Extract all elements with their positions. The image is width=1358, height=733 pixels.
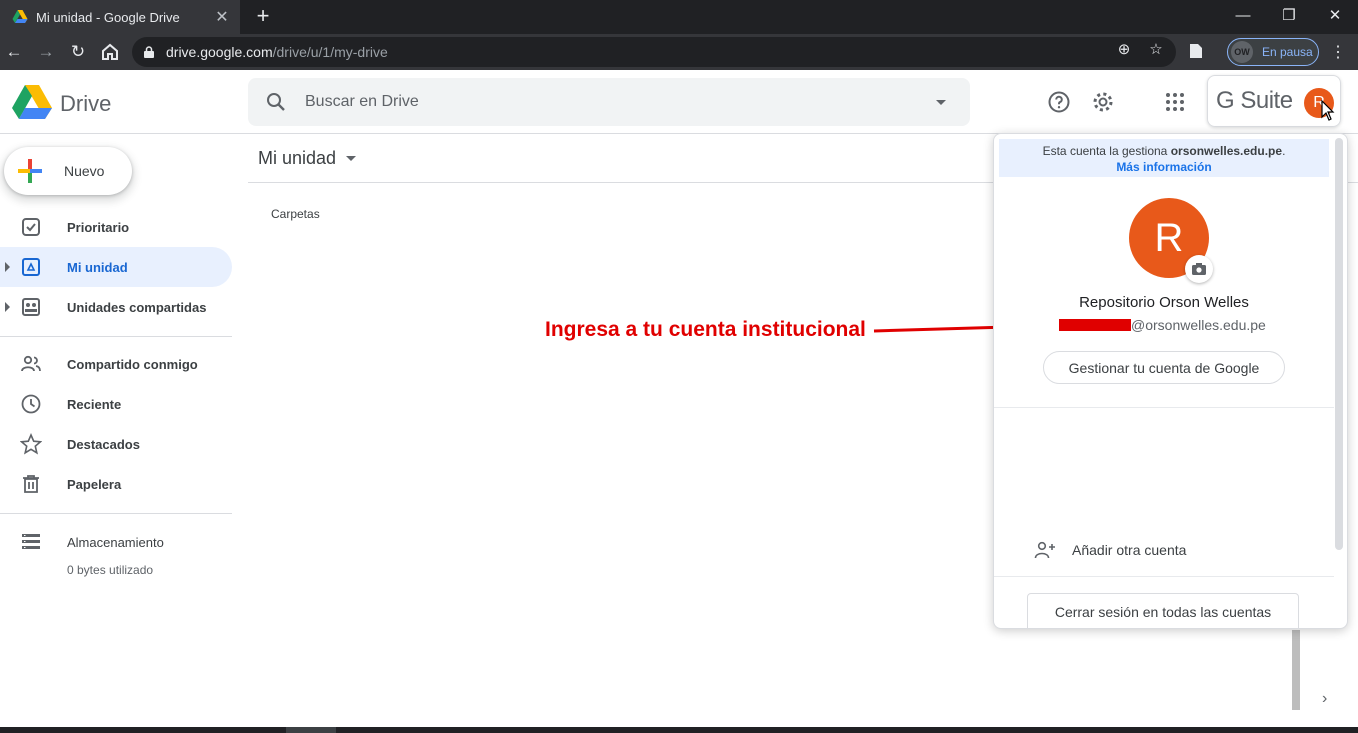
star-icon xyxy=(20,433,42,455)
expand-arrow-icon[interactable] xyxy=(5,302,10,312)
browser-toolbar: ← → ↻ drive.google.com/drive/u/1/my-driv… xyxy=(0,34,1358,70)
browser-menu-icon[interactable]: ⋮ xyxy=(1330,42,1346,62)
search-options-icon[interactable] xyxy=(936,99,946,105)
search-input[interactable]: Buscar en Drive xyxy=(305,93,936,111)
plus-icon xyxy=(18,159,42,183)
taskbar-strip xyxy=(0,727,1358,733)
tab-title: Mi unidad - Google Drive xyxy=(36,9,180,25)
home-icon[interactable] xyxy=(100,42,120,62)
app-name[interactable]: Drive xyxy=(60,91,111,117)
clock-icon xyxy=(21,394,41,414)
breadcrumb-dropdown-icon[interactable] xyxy=(346,156,357,161)
browser-tab[interactable]: Mi unidad - Google Drive ✕ xyxy=(0,0,240,34)
storage-used-text: 0 bytes utilizado xyxy=(67,563,154,577)
account-name: Repositorio Orson Welles xyxy=(1079,294,1249,311)
storage-icon xyxy=(22,534,40,549)
more-info-link[interactable]: Más información xyxy=(999,159,1329,175)
redaction-bar xyxy=(1059,319,1131,331)
install-app-icon[interactable]: ⊕ xyxy=(1115,40,1133,58)
priority-icon xyxy=(22,218,40,236)
minimize-icon[interactable]: — xyxy=(1220,0,1266,30)
sidebar-item-shared-with-me[interactable]: Compartido conmigo xyxy=(0,344,232,384)
help-icon[interactable] xyxy=(1047,90,1071,114)
manage-account-button[interactable]: Gestionar tu cuenta de Google xyxy=(1043,351,1285,384)
sidebar-item-my-drive[interactable]: Mi unidad xyxy=(0,247,232,287)
sidebar-item-starred[interactable]: Destacados xyxy=(0,424,232,464)
sidebar-item-label: Papelera xyxy=(67,476,122,492)
instruction-annotation: Ingresa a tu cuenta institucional xyxy=(545,318,866,341)
lock-icon xyxy=(144,46,154,58)
restore-icon[interactable]: ❐ xyxy=(1266,0,1312,30)
change-photo-button[interactable] xyxy=(1185,255,1213,283)
breadcrumb[interactable]: Mi unidad xyxy=(258,148,357,169)
sidebar-item-label: Unidades compartidas xyxy=(67,299,207,315)
sidebar-divider xyxy=(0,336,232,337)
profile-status: En pausa xyxy=(1262,45,1313,59)
window-controls: — ❐ ✕ xyxy=(1220,0,1358,34)
profile-avatar: OW xyxy=(1231,41,1253,63)
sidebar-item-label: Reciente xyxy=(67,396,122,412)
settings-gear-icon[interactable] xyxy=(1091,90,1115,114)
sign-out-all-button[interactable]: Cerrar sesión en todas las cuentas xyxy=(1027,593,1299,628)
reload-icon[interactable]: ↻ xyxy=(68,42,88,62)
back-icon[interactable]: ← xyxy=(4,42,24,62)
people-icon xyxy=(21,355,41,372)
url-text: drive.google.com/drive/u/1/my-drive xyxy=(166,44,388,60)
popup-divider xyxy=(994,407,1334,408)
sidebar-item-label: Mi unidad xyxy=(67,259,128,275)
account-popup: Esta cuenta la gestiona orsonwelles.edu.… xyxy=(993,133,1348,629)
popup-scrollbar[interactable] xyxy=(1335,138,1343,550)
new-tab-icon[interactable]: + xyxy=(252,4,274,28)
drive-logo-icon[interactable] xyxy=(12,84,52,120)
search-icon[interactable] xyxy=(264,90,288,114)
tab-close-icon[interactable]: ✕ xyxy=(214,7,230,27)
gsuite-logo: G Suite xyxy=(1216,87,1293,114)
window-close-icon[interactable]: ✕ xyxy=(1312,0,1358,30)
sidebar-divider xyxy=(0,513,232,514)
account-email: @orsonwelles.edu.pe xyxy=(1059,317,1266,333)
drive-header: Drive Buscar en Drive G Suite R xyxy=(0,70,1358,134)
drive-favicon-icon xyxy=(12,10,28,23)
mouse-cursor-icon xyxy=(1321,100,1335,121)
sidebar-item-label: Almacenamiento xyxy=(67,534,164,550)
bookmark-star-icon[interactable]: ☆ xyxy=(1147,40,1165,58)
popup-divider xyxy=(994,576,1334,577)
new-button-label: Nuevo xyxy=(64,163,105,179)
sidebar-item-label: Compartido conmigo xyxy=(67,356,198,372)
drive-icon xyxy=(22,258,40,276)
folders-section-label: Carpetas xyxy=(271,207,320,221)
forward-icon[interactable]: → xyxy=(36,42,56,62)
sidebar-item-storage[interactable]: Almacenamiento xyxy=(0,522,232,562)
sidebar-item-label: Prioritario xyxy=(67,219,130,235)
sidebar-item-trash[interactable]: Papelera xyxy=(0,464,232,504)
shared-drives-icon xyxy=(22,298,40,316)
page-title: Mi unidad xyxy=(258,148,337,168)
expand-arrow-icon[interactable] xyxy=(5,262,10,272)
new-button[interactable]: Nuevo xyxy=(4,147,132,195)
main-scrollbar[interactable] xyxy=(1292,630,1300,710)
managed-account-notice: Esta cuenta la gestiona orsonwelles.edu.… xyxy=(999,139,1329,177)
address-bar[interactable]: drive.google.com/drive/u/1/my-drive xyxy=(132,37,1176,67)
add-account-button[interactable]: Añadir otra cuenta xyxy=(1034,541,1186,559)
chevron-right-icon[interactable]: › xyxy=(1322,690,1327,708)
browser-tab-strip: Mi unidad - Google Drive ✕ + — ❐ ✕ xyxy=(0,0,1358,34)
sidebar-item-shared-drives[interactable]: Unidades compartidas xyxy=(0,287,232,327)
apps-grid-icon[interactable] xyxy=(1163,90,1187,114)
sidebar-item-priority[interactable]: Prioritario xyxy=(0,207,232,247)
sidebar-item-label: Destacados xyxy=(67,436,140,452)
reading-list-icon[interactable] xyxy=(1187,43,1205,59)
profile-button[interactable]: OW En pausa xyxy=(1227,38,1319,66)
search-bar[interactable]: Buscar en Drive xyxy=(248,78,970,126)
sidebar-item-recent[interactable]: Reciente xyxy=(0,384,232,424)
camera-icon xyxy=(1192,263,1206,275)
trash-icon xyxy=(23,475,39,493)
add-person-icon xyxy=(1034,541,1055,559)
